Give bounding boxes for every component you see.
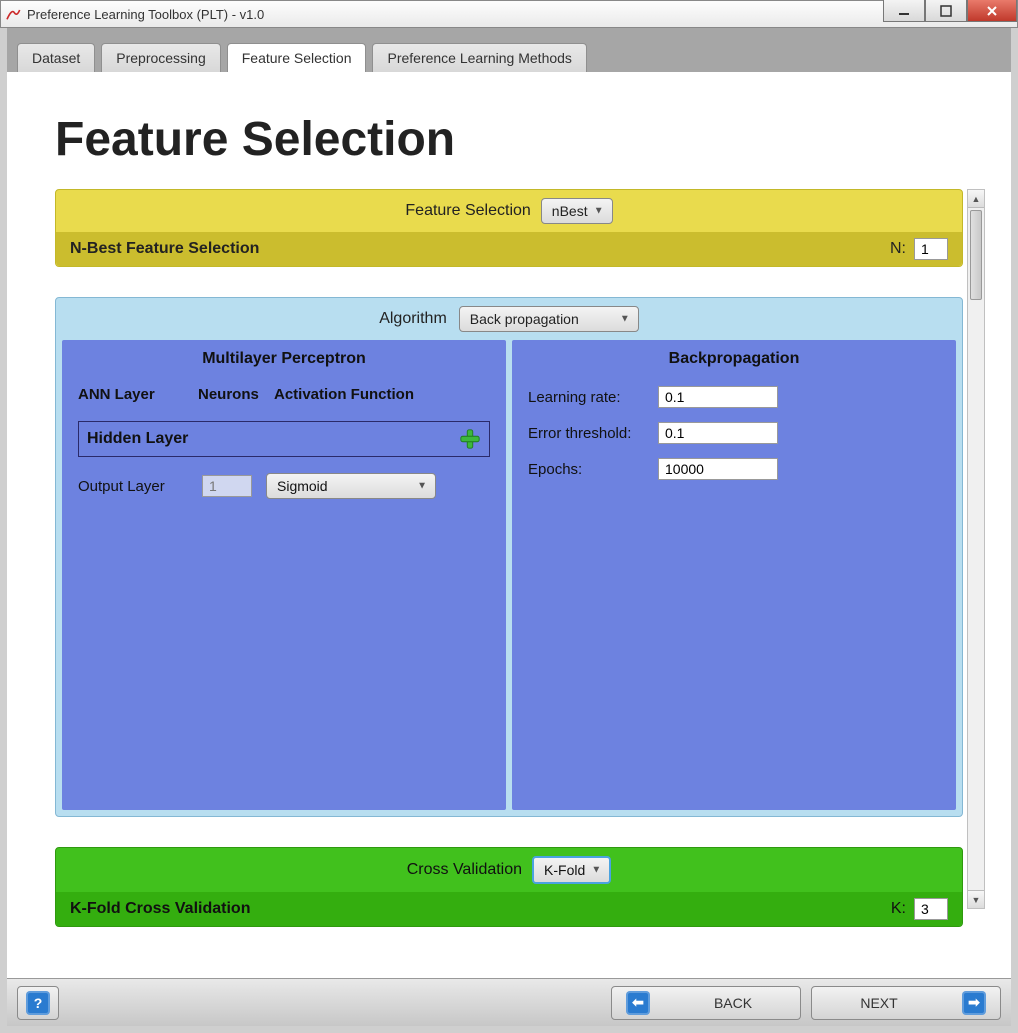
epochs-input[interactable] (658, 458, 778, 480)
cross-validation-label: Cross Validation (407, 861, 522, 879)
chevron-down-icon: ▼ (417, 481, 427, 492)
arrow-left-icon: ⬅ (626, 991, 650, 1015)
feature-selection-select-value: nBest (552, 203, 588, 219)
n-label: N: (890, 240, 906, 258)
bottom-bar: ? ⬅ BACK NEXT ➡ (7, 978, 1011, 1026)
error-threshold-label: Error threshold: (528, 425, 658, 442)
scroll-thumb[interactable] (970, 210, 982, 300)
col-activation: Activation Function (274, 386, 490, 403)
next-button[interactable]: NEXT ➡ (811, 986, 1001, 1020)
output-neurons-input (202, 475, 252, 497)
feature-selection-panel: Feature Selection nBest ▼ N-Best Feature… (55, 189, 963, 267)
col-neurons: Neurons (198, 386, 274, 403)
backprop-column: Backpropagation Learning rate: Error thr… (512, 340, 956, 810)
window-title: Preference Learning Toolbox (PLT) - v1.0 (27, 7, 264, 22)
algorithm-select[interactable]: Back propagation ▼ (459, 306, 639, 332)
back-button[interactable]: ⬅ BACK (611, 986, 801, 1020)
tab-preprocessing[interactable]: Preprocessing (101, 43, 221, 72)
cross-validation-select[interactable]: K-Fold ▼ (532, 856, 611, 884)
algorithm-panel: Algorithm Back propagation ▼ Multilayer … (55, 297, 963, 817)
feature-selection-subtitle: N-Best Feature Selection (70, 240, 259, 258)
titlebar: Preference Learning Toolbox (PLT) - v1.0 (0, 0, 1018, 28)
k-label: K: (891, 900, 906, 918)
n-input[interactable] (914, 238, 948, 260)
k-input[interactable] (914, 898, 948, 920)
minimize-button[interactable] (883, 0, 925, 22)
cross-validation-select-value: K-Fold (544, 862, 585, 878)
algorithm-select-value: Back propagation (470, 311, 579, 327)
epochs-label: Epochs: (528, 461, 658, 478)
tab-strip: Dataset Preprocessing Feature Selection … (7, 28, 1011, 72)
error-threshold-input[interactable] (658, 422, 778, 444)
back-label: BACK (680, 995, 786, 1011)
maximize-button[interactable] (925, 0, 967, 22)
mlp-column: Multilayer Perceptron ANN Layer Neurons … (62, 340, 506, 810)
help-button[interactable]: ? (17, 986, 59, 1020)
cross-validation-panel: Cross Validation K-Fold ▼ K-Fold Cross V… (55, 847, 963, 927)
output-activation-select[interactable]: Sigmoid ▼ (266, 473, 436, 499)
algorithm-label: Algorithm (379, 310, 447, 328)
scrollbar[interactable]: ▲ ▼ (967, 189, 985, 909)
output-activation-value: Sigmoid (277, 478, 328, 494)
feature-selection-label: Feature Selection (405, 202, 530, 220)
tab-preference-learning[interactable]: Preference Learning Methods (372, 43, 586, 72)
feature-selection-select[interactable]: nBest ▼ (541, 198, 613, 224)
close-button[interactable] (967, 0, 1017, 22)
output-layer-label: Output Layer (78, 478, 188, 495)
help-icon: ? (26, 991, 50, 1015)
app-icon (5, 6, 21, 22)
chevron-down-icon: ▼ (591, 865, 601, 876)
hidden-layer-row[interactable]: Hidden Layer (78, 421, 490, 457)
scroll-down-icon[interactable]: ▼ (968, 890, 984, 908)
learning-rate-input[interactable] (658, 386, 778, 408)
tab-dataset[interactable]: Dataset (17, 43, 95, 72)
scroll-up-icon[interactable]: ▲ (968, 190, 984, 208)
add-icon[interactable] (459, 428, 481, 450)
chevron-down-icon: ▼ (620, 314, 630, 325)
chevron-down-icon: ▼ (594, 206, 604, 217)
next-label: NEXT (826, 995, 932, 1011)
hidden-layer-label: Hidden Layer (87, 430, 188, 448)
cross-validation-subtitle: K-Fold Cross Validation (70, 900, 250, 918)
page-heading: Feature Selection (55, 112, 963, 167)
backprop-title: Backpropagation (528, 350, 940, 368)
mlp-title: Multilayer Perceptron (78, 350, 490, 368)
arrow-right-icon: ➡ (962, 991, 986, 1015)
col-ann-layer: ANN Layer (78, 386, 198, 403)
learning-rate-label: Learning rate: (528, 389, 658, 406)
tab-feature-selection[interactable]: Feature Selection (227, 43, 367, 72)
